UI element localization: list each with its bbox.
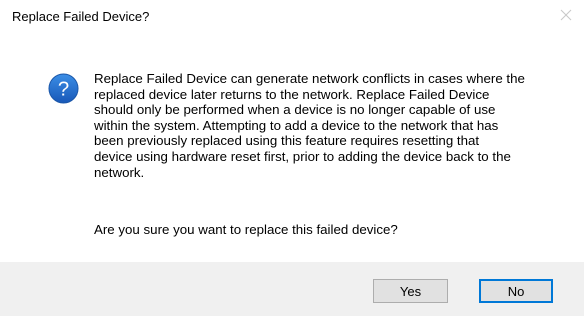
confirmation-question: Are you sure you want to replace this fa… <box>94 222 398 237</box>
close-button[interactable] <box>554 4 578 26</box>
replace-failed-device-dialog: Replace Failed Device? ? Replace Failed … <box>0 0 584 316</box>
dialog-message: Replace Failed Device can generate netwo… <box>94 71 525 180</box>
yes-button[interactable]: Yes <box>373 279 448 303</box>
close-icon <box>560 9 572 21</box>
no-button[interactable]: No <box>479 279 553 303</box>
question-icon: ? <box>48 73 79 104</box>
dialog-button-bar: Yes No <box>0 262 584 316</box>
svg-text:?: ? <box>58 78 69 100</box>
dialog-title: Replace Failed Device? <box>12 9 150 24</box>
